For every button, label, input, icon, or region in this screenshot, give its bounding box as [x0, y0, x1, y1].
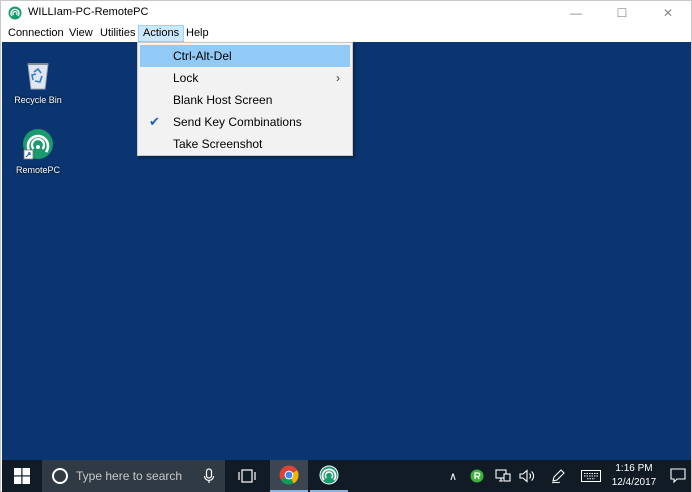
microphone-icon[interactable]: [202, 468, 216, 484]
menu-item-ctrl-alt-del[interactable]: Ctrl-Alt-Del: [140, 45, 350, 67]
tray-remotepc-status[interactable]: [466, 460, 488, 492]
menu-bar: Connection View Utilities Actions Help: [1, 25, 691, 42]
checkmark-icon: ✔: [149, 114, 160, 129]
desktop-icon-recycle-bin[interactable]: Recycle Bin: [8, 58, 68, 105]
menu-actions[interactable]: Actions: [138, 25, 185, 42]
remotepc-icon: [23, 129, 53, 160]
menu-item-label: Ctrl-Alt-Del: [173, 49, 232, 63]
desktop-icon-remotepc[interactable]: RemotePC: [8, 128, 68, 175]
task-view-icon: [238, 469, 256, 483]
menu-view[interactable]: View: [65, 25, 97, 42]
chrome-icon: [279, 465, 299, 485]
menu-item-label: Lock: [173, 71, 199, 85]
actions-dropdown-menu: Ctrl-Alt-Del Lock › Blank Host Screen ✔ …: [137, 42, 353, 156]
volume-icon: [519, 469, 534, 483]
taskbar-chrome-button[interactable]: [270, 460, 308, 492]
taskbar: Type here to search ∧ 1:16 PM 12/4/2017: [2, 460, 691, 492]
network-icon: [495, 469, 511, 482]
task-view-button[interactable]: [227, 460, 267, 492]
search-placeholder: Type here to search: [76, 469, 183, 483]
desktop-icon-label: Recycle Bin: [14, 95, 62, 105]
taskbar-remotepc-button[interactable]: [310, 460, 348, 492]
menu-item-label: Take Screenshot: [173, 137, 263, 151]
desktop-icon-label: RemotePC: [15, 165, 60, 175]
taskbar-search-box[interactable]: Type here to search: [42, 460, 225, 492]
remotepc-tray-icon: [470, 469, 484, 483]
notification-icon: [670, 468, 686, 484]
cortana-icon: [52, 468, 68, 484]
start-button[interactable]: [2, 460, 42, 492]
tray-volume[interactable]: [516, 460, 538, 492]
taskbar-clock[interactable]: 1:16 PM 12/4/2017: [606, 462, 662, 490]
menu-item-take-screenshot[interactable]: Take Screenshot: [140, 133, 350, 155]
menu-item-lock[interactable]: Lock ›: [140, 67, 350, 89]
title-bar[interactable]: WILLIam-PC-RemotePC — ☐ ✕: [1, 1, 691, 25]
tray-show-hidden-icons[interactable]: ∧: [444, 460, 462, 492]
remote-session-window: WILLIam-PC-RemotePC — ☐ ✕ Connection Vie…: [0, 0, 692, 492]
tray-touch-keyboard[interactable]: [578, 460, 604, 492]
menu-item-send-key-combinations[interactable]: ✔ Send Key Combinations: [140, 111, 350, 133]
window-title: WILLIam-PC-RemotePC: [28, 6, 149, 18]
windows-logo-icon: [14, 468, 30, 484]
tray-network[interactable]: [492, 460, 514, 492]
minimize-button[interactable]: —: [553, 1, 599, 25]
menu-connection[interactable]: Connection: [4, 25, 68, 42]
remotepc-app-icon: [8, 6, 22, 20]
menu-help[interactable]: Help: [182, 25, 213, 42]
menu-item-label: Send Key Combinations: [173, 115, 302, 129]
clock-time: 1:16 PM: [615, 463, 653, 474]
action-center-button[interactable]: [666, 460, 690, 492]
tray-pen-workspace[interactable]: [546, 460, 570, 492]
keyboard-icon: [581, 470, 601, 482]
menu-item-label: Blank Host Screen: [173, 93, 273, 107]
remotepc-icon: [319, 465, 339, 485]
pen-icon: [551, 469, 565, 484]
clock-date: 12/4/2017: [611, 477, 657, 488]
menu-item-blank-host-screen[interactable]: Blank Host Screen: [140, 89, 350, 111]
recycle-bin-icon: [27, 63, 49, 90]
close-button[interactable]: ✕: [645, 1, 691, 25]
menu-utilities[interactable]: Utilities: [96, 25, 139, 42]
maximize-button[interactable]: ☐: [599, 1, 645, 25]
submenu-arrow-icon: ›: [336, 71, 340, 85]
